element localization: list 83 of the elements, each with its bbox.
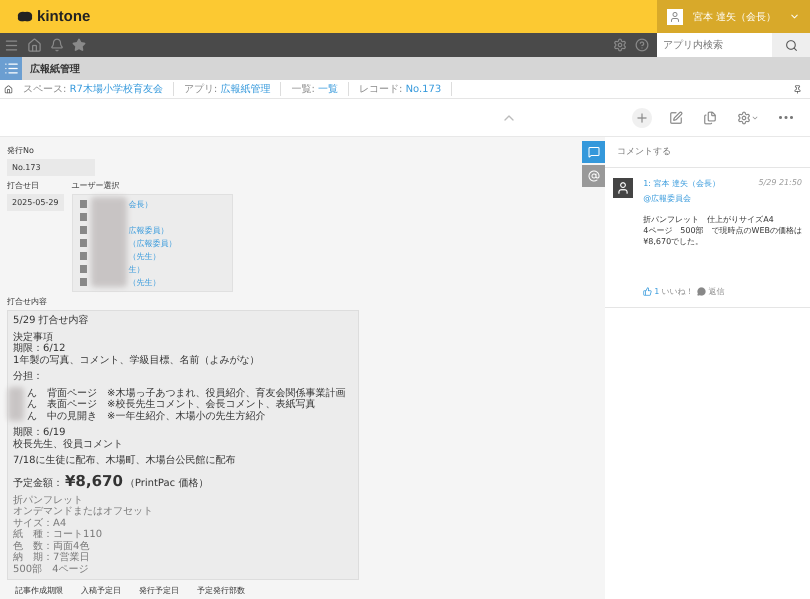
mention-link[interactable]: @広報委員会 <box>643 193 802 204</box>
avatar-icon <box>667 8 683 24</box>
thumbs-up-icon <box>643 287 652 296</box>
field-value: No.173 <box>7 159 95 176</box>
redaction-blur <box>8 387 24 421</box>
bell-icon[interactable] <box>50 38 64 52</box>
search-field[interactable]: アプリ内検索 <box>657 33 772 57</box>
breadcrumb-item: スペース: R7木場小学校育友会 <box>13 82 174 96</box>
menu-icon[interactable] <box>4 38 19 52</box>
edit-icon <box>669 110 683 124</box>
breadcrumb-link[interactable]: 一覧 <box>318 84 338 95</box>
at-sign-icon <box>588 170 600 182</box>
comment-author[interactable]: 1: 宮本 達矢（会長） <box>643 178 720 189</box>
memo-text: 期限：6/19 <box>13 427 66 438</box>
memo-text: 1年製の写真、コメント、学級目標、名前（よみがな） <box>13 354 260 366</box>
memo-text: 500部 4ページ <box>13 564 88 575</box>
memo-text: ん 中の見開き ※一年生紹介、木場小の先生方紹介 <box>27 410 266 422</box>
field-label: ユーザー選択 <box>72 180 120 191</box>
settings-icon <box>737 110 751 124</box>
field-label: 打合せ内容 <box>7 296 48 307</box>
reply-button[interactable]: 返信 <box>697 286 724 297</box>
help-icon[interactable] <box>635 38 649 52</box>
field-label: 打合せ日 <box>7 180 40 191</box>
memo-text: ん 表面ページ ※校長先生コメント、会長コメント、表紙写真 <box>27 399 316 410</box>
breadcrumb-item: レコード: No.173 <box>349 82 452 96</box>
copy-icon <box>703 110 717 124</box>
price-label: 予定金額： <box>13 478 63 489</box>
home-icon[interactable] <box>4 84 13 94</box>
settings-icon[interactable] <box>613 38 627 52</box>
memo-text: ん 背面ページ ※木場っ子あつまれ、役員紹介、育友会関係事業計画 <box>27 388 346 398</box>
user-link[interactable]: 会長） <box>128 198 152 210</box>
logo-text: kintone <box>37 8 90 25</box>
field-label: 予定発行部数 <box>197 585 245 596</box>
like-button[interactable]: 1 いいね！ <box>643 286 694 297</box>
comment-text: ¥8,670でした。 <box>643 236 704 247</box>
breadcrumb-link[interactable]: 広報紙管理 <box>220 84 270 95</box>
field-label: 発行予定日 <box>139 585 179 596</box>
memo-text: 折パンフレット <box>13 494 83 506</box>
breadcrumb-link[interactable]: R7木場小学校育友会 <box>70 84 163 95</box>
star-icon[interactable] <box>72 38 86 52</box>
memo-text: 納 期：7営業日 <box>13 552 90 564</box>
memo-text: オンデマンドまたはオフセット <box>13 506 153 518</box>
price-note: （PrintPac 価格） <box>124 478 208 489</box>
field-value: 2025-05-29 <box>7 194 64 211</box>
user-menu-button[interactable]: 宮本 達矢（会長） <box>657 0 810 33</box>
memo-text: 紙 種：コート110 <box>13 529 102 540</box>
memo-text: 7/18に生徒に配布、木場町、木場台公民館に配布 <box>13 455 236 466</box>
more-icon <box>779 116 793 119</box>
speech-bubble-icon <box>588 146 600 158</box>
speech-bubble-icon <box>697 287 706 296</box>
search-icon <box>784 38 798 52</box>
search-button[interactable] <box>772 33 810 57</box>
price-amount: ¥8,670 <box>65 472 123 490</box>
memo-text: 決定事項 <box>13 332 53 342</box>
avatar-icon <box>613 178 634 198</box>
user-link[interactable]: （広報委員） <box>128 238 176 248</box>
memo-text: サイズ：A4 <box>13 518 66 529</box>
comment-time: 5/29 21:50 <box>758 178 802 189</box>
user-link[interactable]: 広報委員） <box>128 224 168 236</box>
comment-tab[interactable] <box>582 141 606 163</box>
user-link[interactable]: 生） <box>128 264 144 274</box>
field-label: 入稿予定日 <box>81 585 121 596</box>
comment-text: 4ページ 500部 で現時点のWEBの価格は <box>643 225 802 236</box>
user-link[interactable]: （先生） <box>128 276 160 288</box>
list-icon[interactable] <box>0 57 22 80</box>
memo-text: 5/29 打合せ内容 <box>13 315 89 326</box>
memo-text: 期限：6/12 <box>13 343 66 354</box>
breadcrumb-link[interactable]: No.173 <box>406 84 442 95</box>
field-label: 記事作成期限 <box>15 585 63 596</box>
logo-icon <box>16 10 34 23</box>
user-link[interactable]: （先生） <box>128 250 160 262</box>
mention-tab[interactable] <box>582 165 606 187</box>
field-label: 発行No <box>7 145 35 156</box>
memo-text: 校長先生、役員コメント <box>13 438 123 450</box>
comment-text: 折パンフレット 仕上がりサイズA4 <box>643 214 775 225</box>
memo-text: 分担： <box>13 371 43 382</box>
memo-text: 色 数：両面4色 <box>13 540 90 552</box>
breadcrumb-item: アプリ: 広報紙管理 <box>174 82 282 96</box>
app-title: 広報紙管理 <box>30 62 80 76</box>
plus-icon <box>635 110 649 124</box>
breadcrumb-item: 一覧: 一覧 <box>281 82 349 96</box>
pin-icon[interactable] <box>793 84 802 94</box>
add-button[interactable] <box>632 108 652 128</box>
